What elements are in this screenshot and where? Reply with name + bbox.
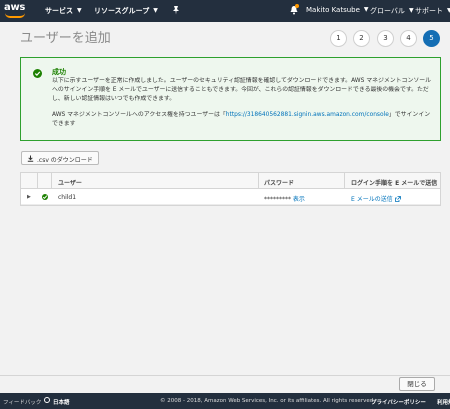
- success-title: 成功: [52, 68, 66, 76]
- console-footer: フィードバック 日本語 © 2008 - 2018, Amazon Web Se…: [0, 393, 450, 409]
- aws-logo[interactable]: aws: [4, 2, 28, 19]
- account-menu[interactable]: Makito Katsube ▼: [306, 6, 369, 14]
- download-csv-button[interactable]: .csv のダウンロード: [21, 151, 99, 165]
- support-label: サポート: [415, 7, 443, 15]
- chevron-down-icon: ▼: [77, 7, 82, 14]
- account-name: Makito Katsube: [306, 6, 360, 14]
- region-label: グローバル: [370, 7, 405, 15]
- expand-row-icon[interactable]: ▶: [27, 194, 31, 200]
- pin-icon[interactable]: [172, 5, 180, 15]
- users-table: ユーザー パスワード ログイン手順を E メールで送信 ▶ child1 ***…: [20, 172, 441, 206]
- password-cell: ********* 表示: [264, 194, 305, 203]
- send-email-cell: E メールの送信: [351, 194, 401, 203]
- success-message: 以下に示すユーザーを正常に作成しました。ユーザーのセキュリティ認証情報を確認して…: [52, 78, 432, 102]
- user-name: child1: [58, 194, 77, 201]
- terms-link[interactable]: 利用規: [437, 398, 450, 406]
- privacy-policy-link[interactable]: プライバシーポリシー: [371, 398, 426, 406]
- page-title: ユーザーを追加: [20, 31, 111, 46]
- show-password-link[interactable]: 表示: [293, 196, 305, 203]
- signin-prefix: AWS マネジメントコンソールへのアクセス権を持つユーザーは「: [52, 112, 226, 118]
- send-email-link[interactable]: E メールの送信: [351, 196, 393, 203]
- download-csv-label: .csv のダウンロード: [37, 157, 93, 164]
- wizard-steps: 1 2 3 4 5: [330, 30, 442, 48]
- services-menu[interactable]: サービス ▼: [45, 6, 82, 16]
- step-5-active: 5: [423, 30, 440, 47]
- success-status-icon: [42, 194, 48, 200]
- signin-info: AWS マネジメントコンソールへのアクセス権を持つユーザーは「https://3…: [52, 111, 434, 129]
- step-4[interactable]: 4: [400, 30, 417, 47]
- success-check-icon: [33, 69, 42, 78]
- resource-groups-label: リソースグループ: [94, 7, 150, 15]
- support-menu[interactable]: サポート ▼: [415, 6, 450, 16]
- chevron-down-icon: ▼: [153, 7, 158, 14]
- top-nav: aws サービス ▼ リソースグループ ▼ Makito Katsube ▼ グローバ…: [0, 0, 450, 22]
- aws-smile-icon: [5, 13, 25, 18]
- success-panel: 成功 以下に示すユーザーを正常に作成しました。ユーザーのセキュリティ認証情報を確…: [20, 57, 441, 141]
- region-menu[interactable]: グローバル ▼: [370, 6, 414, 16]
- table-row: ▶ child1 ********* 表示 E メールの送信: [21, 189, 440, 205]
- footer-actions: [0, 375, 450, 393]
- language-selector[interactable]: 日本語: [53, 398, 70, 406]
- copyright-text: © 2008 - 2018, Amazon Web Services, Inc.…: [160, 398, 375, 404]
- download-icon: [27, 155, 34, 162]
- console-signin-link[interactable]: https://318640562881.signin.aws.amazon.c…: [226, 112, 389, 118]
- header-email-instructions[interactable]: ログイン手順を E メールで送信: [351, 178, 437, 187]
- close-button[interactable]: 閉じる: [399, 377, 435, 391]
- header-user[interactable]: ユーザー: [58, 178, 82, 187]
- globe-icon: [44, 397, 50, 403]
- bell-icon[interactable]: [290, 4, 299, 15]
- header-password[interactable]: パスワード: [264, 178, 294, 187]
- chevron-down-icon: ▼: [408, 7, 414, 14]
- step-2[interactable]: 2: [353, 30, 370, 47]
- aws-logo-text: aws: [4, 2, 26, 13]
- resource-groups-menu[interactable]: リソースグループ ▼: [94, 6, 158, 16]
- notification-dot: [295, 4, 299, 8]
- table-header: ユーザー パスワード ログイン手順を E メールで送信: [21, 173, 440, 189]
- services-label: サービス: [45, 7, 73, 15]
- external-link-icon: [394, 196, 401, 202]
- chevron-down-icon: ▼: [363, 6, 369, 13]
- password-mask: *********: [264, 196, 291, 203]
- step-3[interactable]: 3: [377, 30, 394, 47]
- step-1[interactable]: 1: [330, 30, 347, 47]
- feedback-link[interactable]: フィードバック: [3, 398, 41, 406]
